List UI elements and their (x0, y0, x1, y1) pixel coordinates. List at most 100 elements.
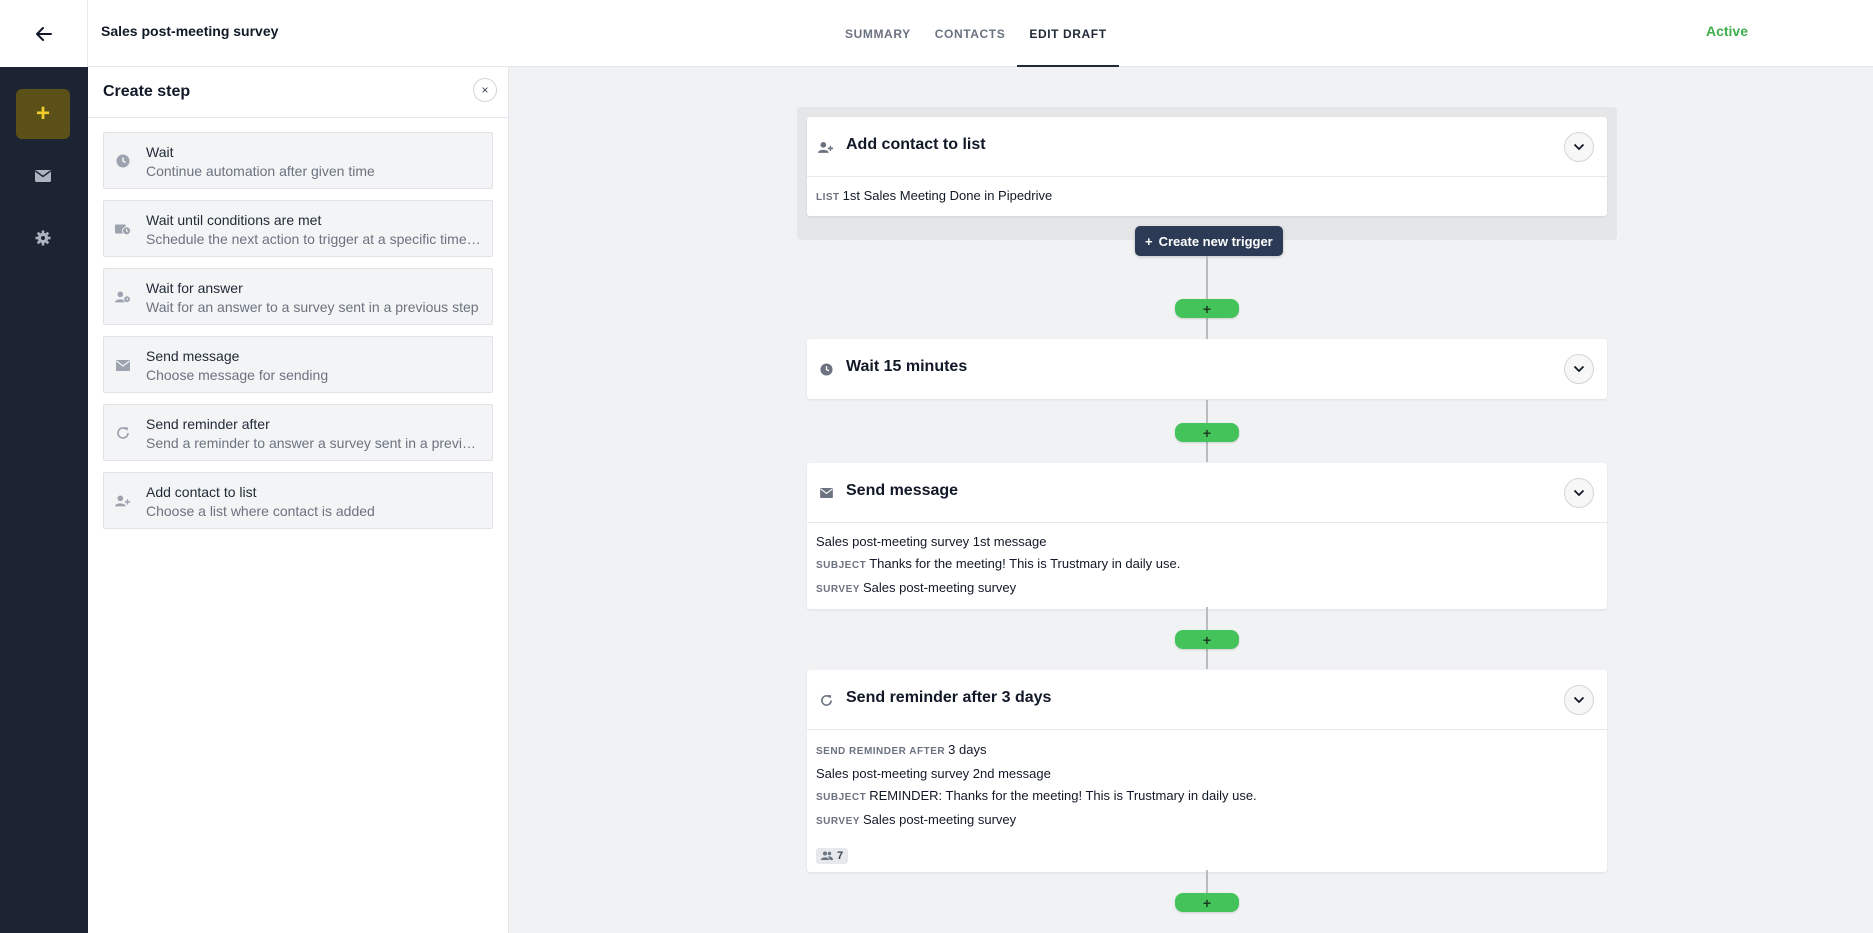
subject-row: SUBJECT Thanks for the meeting! This is T… (816, 553, 1598, 577)
card-body: LIST 1st Sales Meeting Done in Pipedrive (807, 177, 1607, 216)
close-icon: × (481, 83, 489, 97)
settings-button[interactable] (16, 213, 70, 263)
field-label: LIST (816, 192, 840, 203)
status-label[interactable]: Active (1706, 23, 1748, 39)
create-trigger-label: Create new trigger (1158, 233, 1273, 249)
calendar-clock-icon (115, 221, 131, 237)
contacts-count-badge[interactable]: 7 (816, 847, 849, 864)
expand-button[interactable] (1564, 478, 1594, 508)
tab-contacts[interactable]: CONTACTS (923, 0, 1018, 67)
subject-row: SUBJECT REMINDER: Thanks for the meeting!… (816, 785, 1598, 809)
close-panel-button[interactable]: × (473, 78, 497, 102)
plus-icon: + (35, 100, 50, 127)
list-row: LIST 1st Sales Meeting Done in Pipedrive (816, 185, 1598, 209)
envelope-icon (115, 357, 131, 373)
card-header: Wait 15 minutes (807, 339, 1607, 399)
field-label: SUBJECT (816, 792, 867, 803)
card-title: Add contact to list (846, 136, 986, 153)
back-button[interactable] (0, 0, 88, 67)
survey-row: SURVEY Sales post-meeting survey (816, 577, 1598, 601)
field-label: SEND REMINDER AFTER (816, 746, 946, 757)
step-option-send-reminder[interactable]: Send reminder after Send a reminder to a… (103, 404, 493, 461)
flow-canvas: Add contact to list LIST 1st Sales Meetin… (509, 67, 1873, 933)
step-option-name: Wait for answer (146, 280, 243, 296)
create-step-panel: Create step × Wait Continue automation a… (88, 67, 509, 933)
card-body: Sales post-meeting survey 1st message SU… (807, 523, 1607, 609)
card-header: Send message (807, 463, 1607, 523)
chevron-down-icon (1573, 365, 1585, 373)
message-name: Sales post-meeting survey 1st message (816, 534, 1047, 549)
step-option-name: Send reminder after (146, 416, 270, 432)
card-title: Send reminder after 3 days (846, 689, 1052, 706)
chevron-down-icon (1573, 143, 1585, 151)
tab-edit-draft[interactable]: EDIT DRAFT (1017, 0, 1120, 67)
tab-bar: SUMMARY CONTACTS EDIT DRAFT (833, 0, 1120, 67)
plus-icon: + (1145, 233, 1153, 249)
create-trigger-button[interactable]: + Create new trigger (1135, 226, 1283, 256)
panel-header: Create step × (88, 67, 508, 118)
card-header: Send reminder after 3 days (807, 670, 1607, 730)
card-header: Add contact to list (807, 117, 1607, 177)
expand-button[interactable] (1564, 685, 1594, 715)
list-value: 1st Sales Meeting Done in Pipedrive (842, 188, 1053, 203)
step-option-desc: Wait for an answer to a survey sent in a… (146, 299, 479, 315)
add-step-button[interactable]: + (1175, 893, 1239, 912)
badge-row: 7 (816, 847, 1598, 865)
add-step-button[interactable]: + (1175, 630, 1239, 649)
refresh-icon (115, 425, 131, 441)
tab-summary[interactable]: SUMMARY (833, 0, 923, 67)
user-plus-icon (818, 139, 834, 155)
step-option-send-message[interactable]: Send message Choose message for sending (103, 336, 493, 393)
user-clock-icon (115, 289, 131, 305)
chevron-down-icon (1573, 489, 1585, 497)
top-bar: Sales post-meeting survey SUMMARY CONTAC… (88, 0, 1873, 67)
step-option-wait-for-answer[interactable]: Wait for answer Wait for an answer to a … (103, 268, 493, 325)
send-message-card[interactable]: Send message Sales post-meeting survey 1… (807, 463, 1607, 609)
step-option-wait[interactable]: Wait Continue automation after given tim… (103, 132, 493, 189)
step-option-desc: Continue automation after given time (146, 163, 375, 179)
message-name: Sales post-meeting survey 2nd message (816, 766, 1051, 781)
trigger-card[interactable]: Add contact to list LIST 1st Sales Meetin… (807, 117, 1607, 216)
survey-value: Sales post-meeting survey (862, 580, 1017, 595)
chevron-down-icon (1573, 696, 1585, 704)
field-label: SURVEY (816, 584, 860, 595)
clock-icon (115, 153, 131, 169)
reminder-delay-value: 3 days (948, 742, 987, 757)
add-step-button[interactable]: + (1175, 423, 1239, 442)
panel-title: Create step (103, 83, 191, 100)
expand-button[interactable] (1564, 132, 1594, 162)
left-rail: + (0, 0, 88, 933)
field-label: SURVEY (816, 816, 860, 827)
gear-icon (35, 230, 51, 246)
card-title: Wait 15 minutes (846, 358, 968, 375)
step-option-desc: Send a reminder to answer a survey sent … (146, 435, 482, 451)
page-title: Sales post-meeting survey (101, 23, 279, 39)
wait-card[interactable]: Wait 15 minutes (807, 339, 1607, 399)
user-plus-icon (115, 493, 131, 509)
card-title: Send message (846, 482, 959, 499)
mail-icon (35, 170, 51, 182)
step-option-desc: Choose message for sending (146, 367, 329, 383)
add-automation-button[interactable]: + (16, 89, 70, 139)
field-label: SUBJECT (816, 560, 867, 571)
clock-icon (818, 361, 834, 377)
subject-value: Thanks for the meeting! This is Trustmar… (869, 556, 1181, 571)
refresh-icon (818, 692, 834, 708)
subject-value: REMINDER: Thanks for the meeting! This i… (869, 788, 1257, 803)
step-option-name: Wait until conditions are met (146, 212, 322, 228)
users-icon (821, 851, 833, 860)
survey-row: SURVEY Sales post-meeting survey (816, 809, 1598, 833)
step-option-add-contact[interactable]: Add contact to list Choose a list where … (103, 472, 493, 529)
messages-button[interactable] (16, 151, 70, 201)
reminder-card[interactable]: Send reminder after 3 days SEND REMINDER… (807, 670, 1607, 872)
step-option-wait-until-conditions[interactable]: Wait until conditions are met Schedule t… (103, 200, 493, 257)
step-option-desc: Schedule the next action to trigger at a… (146, 231, 482, 247)
survey-value: Sales post-meeting survey (862, 812, 1017, 827)
step-option-name: Wait (146, 144, 174, 160)
add-step-button[interactable]: + (1175, 299, 1239, 318)
step-option-desc: Choose a list where contact is added (146, 503, 375, 519)
card-body: SEND REMINDER AFTER 3 days Sales post-mee… (807, 730, 1607, 872)
expand-button[interactable] (1564, 354, 1594, 384)
contacts-count: 7 (837, 849, 844, 862)
envelope-icon (818, 485, 834, 501)
